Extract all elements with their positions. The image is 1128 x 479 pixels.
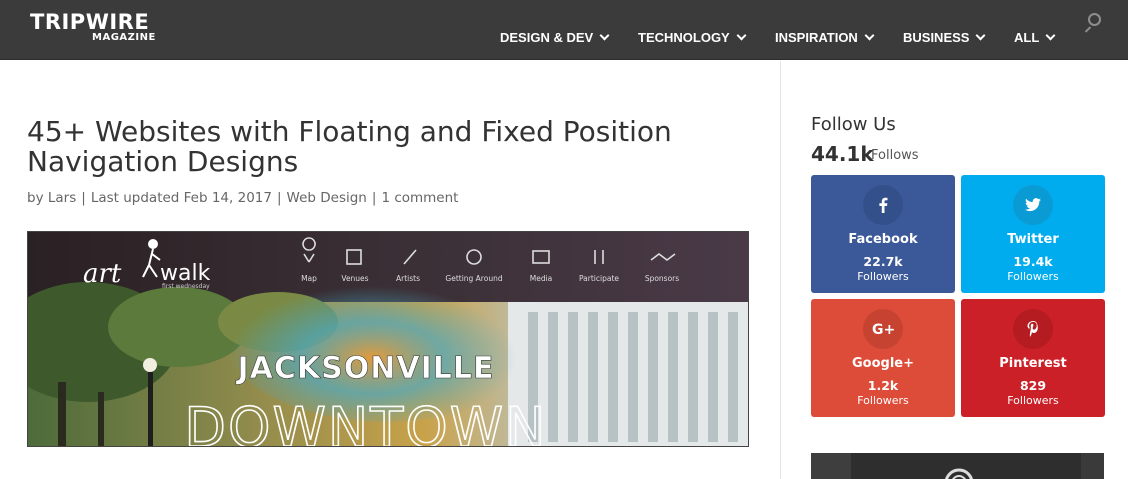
chevron-down-icon	[1045, 30, 1056, 40]
hero-menu-sponsors: Sponsors	[645, 274, 679, 283]
last-updated: Last updated Feb 14, 2017	[90, 190, 272, 206]
facebook-follow-button[interactable]: Facebook 22.7k Followers	[811, 175, 955, 293]
social-name: Pinterest	[999, 356, 1067, 371]
featured-image-graphic: art walk first wednesday Map Venues Arti…	[28, 232, 748, 447]
category-link[interactable]: Web Design	[287, 190, 367, 206]
follow-us-heading: Follow Us	[811, 114, 896, 135]
author-link[interactable]: Lars	[48, 190, 76, 206]
ad-graphic	[811, 453, 1104, 479]
twitter-follow-button[interactable]: Twitter 19.4k Followers	[961, 175, 1105, 293]
nav-label: ALL	[1014, 29, 1040, 45]
google-plus-icon: G+	[863, 309, 903, 349]
nav-label: BUSINESS	[903, 29, 970, 45]
social-label: Followers	[1007, 394, 1059, 407]
nav-business[interactable]: BUSINESS	[903, 28, 986, 46]
social-count: 22.7k	[863, 254, 903, 269]
hero-headline-2: DOWNTOWN	[184, 396, 547, 447]
hero-headline-1: JACKSONVILLE	[236, 351, 495, 386]
hero-menu-getting-around: Getting Around	[445, 274, 502, 283]
comments-link[interactable]: 1 comment	[381, 190, 458, 206]
logo-subtitle: MAGAZINE	[92, 32, 156, 43]
svg-text:G+: G+	[872, 322, 894, 336]
chevron-down-icon	[976, 30, 986, 40]
social-name: Twitter	[1007, 232, 1059, 247]
hero-menu-venues: Venues	[341, 274, 368, 283]
social-label: Followers	[1007, 270, 1059, 283]
nav-design-dev[interactable]: DESIGN & DEV	[500, 28, 610, 46]
pinterest-icon	[1013, 309, 1053, 349]
article-title: 45+ Websites with Floating and Fixed Pos…	[27, 115, 672, 178]
search-icon[interactable]	[1084, 12, 1104, 33]
site-logo[interactable]: TRIPWIRE MAGAZINE	[30, 10, 170, 46]
google-plus-follow-button[interactable]: G+ Google+ 1.2k Followers	[811, 299, 955, 417]
logo-title: TRIPWIRE	[30, 10, 150, 34]
hero-menu-map: Map	[301, 274, 317, 283]
nav-label: INSPIRATION	[775, 29, 858, 45]
hero-logo-sub: first wednesday	[162, 283, 210, 290]
social-name: Google+	[851, 356, 914, 371]
twitter-icon	[1013, 185, 1053, 225]
nav-label: TECHNOLOGY	[638, 29, 730, 45]
nav-technology[interactable]: TECHNOLOGY	[638, 28, 747, 46]
social-count: 19.4k	[1013, 254, 1053, 269]
facebook-icon	[863, 185, 903, 225]
meta-by: by	[27, 190, 44, 206]
social-name: Facebook	[848, 232, 918, 247]
social-count: 829	[1019, 378, 1047, 393]
sidebar-ad-image[interactable]	[811, 453, 1104, 479]
chevron-down-icon	[864, 30, 875, 40]
chevron-down-icon	[599, 30, 610, 40]
follow-total-label: Follows	[871, 148, 919, 163]
social-label: Followers	[857, 270, 909, 283]
chevron-down-icon	[736, 30, 747, 40]
hero-menu-artists: Artists	[396, 274, 420, 283]
social-count: 1.2k	[867, 378, 899, 393]
hero-menu-media: Media	[530, 274, 553, 283]
follow-total-count: 44.1k	[811, 142, 874, 166]
article-meta: by Lars | Last updated Feb 14, 2017 | Web De…	[27, 190, 459, 206]
pinterest-follow-button[interactable]: Pinterest 829 Followers	[961, 299, 1105, 417]
hero-logo-art: art	[83, 259, 122, 289]
nav-all[interactable]: ALL	[1014, 28, 1056, 46]
social-label: Followers	[857, 394, 909, 407]
hero-menu-participate: Participate	[579, 274, 619, 283]
nav-inspiration[interactable]: INSPIRATION	[775, 28, 875, 46]
nav-label: DESIGN & DEV	[500, 29, 594, 45]
featured-image[interactable]: art walk first wednesday Map Venues Arti…	[27, 231, 749, 447]
site-header: TRIPWIRE MAGAZINE DESIGN & DEV TECHNOLOG…	[0, 0, 1128, 60]
content-divider	[780, 61, 781, 479]
